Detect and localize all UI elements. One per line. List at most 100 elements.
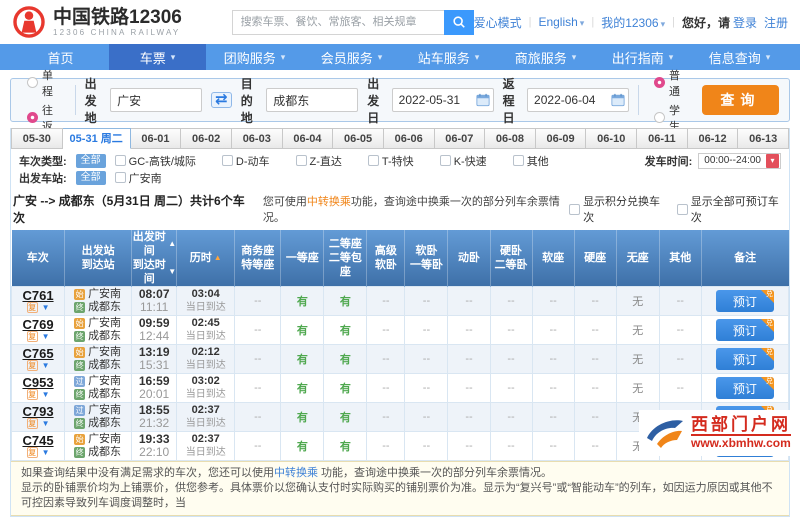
seat-availability-cell: --: [234, 344, 282, 374]
search-input[interactable]: [231, 9, 444, 35]
seat-availability-cell: 有: [280, 431, 325, 461]
train-number-link[interactable]: C765: [12, 347, 64, 360]
passenger-type-option[interactable]: 普通: [653, 67, 687, 99]
date-tab[interactable]: 06-11: [637, 128, 688, 149]
nav-item[interactable]: 信息查询 ▾: [691, 44, 788, 70]
column-header[interactable]: 一等座: [280, 230, 325, 287]
book-button[interactable]: 预订: [715, 377, 774, 399]
train-type-checkbox[interactable]: T-特快: [367, 153, 414, 169]
seat-availability-cell: --: [573, 315, 617, 345]
search-button[interactable]: [443, 9, 474, 35]
seat-availability-cell: 无: [615, 315, 660, 345]
seat-availability-cell: --: [366, 315, 406, 345]
book-button[interactable]: 预订: [715, 319, 774, 341]
date-tabs: 05-30 05-31 周二 06-01 06-02 06-03 06-04 06-05 06…: [11, 128, 789, 149]
date-tab[interactable]: 05-30: [11, 128, 63, 149]
train-number-link[interactable]: C745: [12, 434, 64, 447]
column-header[interactable]: 出发时间 ▲ 到达时间 ▼: [131, 230, 178, 287]
swap-stations-icon[interactable]: ⇄: [211, 92, 232, 108]
transfer-link[interactable]: 中转换乘: [307, 196, 351, 208]
fuxing-badge: 复: [26, 360, 38, 371]
checkbox-label: 显示积分兑换车次: [583, 196, 661, 224]
column-header[interactable]: 软座: [532, 230, 575, 287]
display-toggle-checkbox[interactable]: 显示积分兑换车次: [569, 193, 667, 225]
expand-arrow-icon[interactable]: ▼: [42, 447, 50, 459]
date-tab[interactable]: 06-04: [282, 128, 334, 149]
nav-item[interactable]: 团购服务 ▾: [206, 44, 303, 70]
station-type-icon: 终: [74, 331, 86, 342]
column-header[interactable]: 商务座 特等座: [234, 230, 282, 287]
expand-arrow-icon[interactable]: ▼: [42, 302, 50, 314]
column-header[interactable]: 其他: [659, 230, 702, 287]
depart-time-select[interactable]: 00:00--24:00 ▾: [698, 152, 781, 169]
train-number-link[interactable]: C769: [12, 318, 64, 331]
book-button[interactable]: 预订: [715, 348, 774, 370]
train-type-checkbox[interactable]: D-动车: [221, 153, 270, 169]
display-toggle-checkbox[interactable]: 显示全部可预订车次: [676, 193, 785, 225]
train-number-link[interactable]: C793: [12, 405, 64, 418]
login-link[interactable]: 登录: [733, 14, 757, 31]
expand-arrow-icon[interactable]: ▼: [42, 331, 50, 343]
nav-item[interactable]: 车票 ▾: [109, 44, 206, 70]
train-type-checkbox[interactable]: GC-高铁/城际: [114, 153, 196, 169]
calendar-icon[interactable]: [611, 93, 625, 107]
depart-date-label: 出发日: [367, 76, 380, 125]
train-type-checkbox[interactable]: 其他: [512, 153, 549, 169]
depart-station-all-badge[interactable]: 全部: [75, 170, 106, 185]
nav-item[interactable]: 商旅服务 ▾: [497, 44, 594, 70]
date-tab[interactable]: 06-07: [434, 128, 486, 149]
from-station-input[interactable]: [110, 88, 203, 112]
column-header[interactable]: 出发站 到达站: [64, 230, 133, 287]
column-header[interactable]: 历时 ▲: [176, 230, 236, 287]
logo-text: 中国铁路12306 12306 CHINA RAILWAY: [53, 7, 182, 37]
site-logo[interactable]: 中国铁路12306 12306 CHINA RAILWAY: [12, 5, 232, 39]
column-header[interactable]: 无座: [616, 230, 660, 287]
column-header[interactable]: 高级 软卧: [366, 230, 406, 287]
expand-arrow-icon[interactable]: ▼: [42, 418, 50, 430]
column-header[interactable]: 硬座: [574, 230, 617, 287]
train-type-checkbox[interactable]: Z-直达: [295, 153, 342, 169]
depart-station-checkbox[interactable]: 广安南: [114, 170, 162, 186]
date-tab[interactable]: 06-13: [738, 128, 789, 149]
date-tab[interactable]: 06-10: [586, 128, 638, 149]
duration: 02:37: [191, 433, 220, 445]
calendar-icon[interactable]: [476, 93, 490, 107]
expand-arrow-icon[interactable]: ▼: [42, 360, 50, 372]
date-tab[interactable]: 06-02: [181, 128, 232, 149]
trip-type-option[interactable]: 单程: [27, 67, 60, 99]
seat-availability-cell: 有: [323, 344, 368, 374]
from-station: 始广安南: [65, 346, 131, 359]
train-type-checkbox[interactable]: K-快速: [439, 153, 487, 169]
date-tab[interactable]: 06-03: [231, 128, 283, 149]
column-header[interactable]: 备注: [701, 230, 789, 287]
date-tab[interactable]: 06-05: [333, 128, 384, 149]
love-mode-link[interactable]: 爱心模式: [474, 14, 522, 31]
train-number-link[interactable]: C761: [12, 289, 64, 302]
train-number-link[interactable]: C953: [12, 376, 64, 389]
column-header[interactable]: 硬卧 二等卧: [490, 230, 533, 287]
transfer-link[interactable]: 中转换乘: [274, 467, 318, 479]
date-tab[interactable]: 06-08: [485, 128, 536, 149]
column-header[interactable]: 车次: [11, 230, 66, 287]
book-button[interactable]: 预订: [715, 290, 774, 312]
train-type-all-badge[interactable]: 全部: [75, 153, 106, 168]
nav-item[interactable]: 会员服务 ▾: [303, 44, 400, 70]
date-tab[interactable]: 06-01: [130, 128, 182, 149]
my-12306-menu[interactable]: 我的12306 ▾: [601, 14, 665, 31]
to-station-input[interactable]: [266, 88, 359, 112]
column-header[interactable]: 软卧 一等卧: [404, 230, 449, 287]
register-link[interactable]: 注册: [764, 14, 788, 31]
date-tab[interactable]: 06-09: [535, 128, 587, 149]
train-cell: C745 复 ▼: [10, 431, 66, 461]
query-button[interactable]: 查询: [701, 85, 780, 115]
language-select[interactable]: English ▾: [538, 15, 584, 29]
checkbox-icon: [439, 155, 451, 166]
date-tab[interactable]: 06-12: [687, 128, 739, 149]
column-header[interactable]: 二等座 二等包座: [323, 230, 368, 287]
nav-item[interactable]: 站车服务 ▾: [400, 44, 497, 70]
from-station-name: 广安南: [88, 375, 122, 387]
column-header[interactable]: 动卧: [447, 230, 491, 287]
expand-arrow-icon[interactable]: ▼: [42, 389, 50, 401]
date-tab[interactable]: 05-31 周二: [62, 128, 131, 149]
date-tab[interactable]: 06-06: [383, 128, 435, 149]
